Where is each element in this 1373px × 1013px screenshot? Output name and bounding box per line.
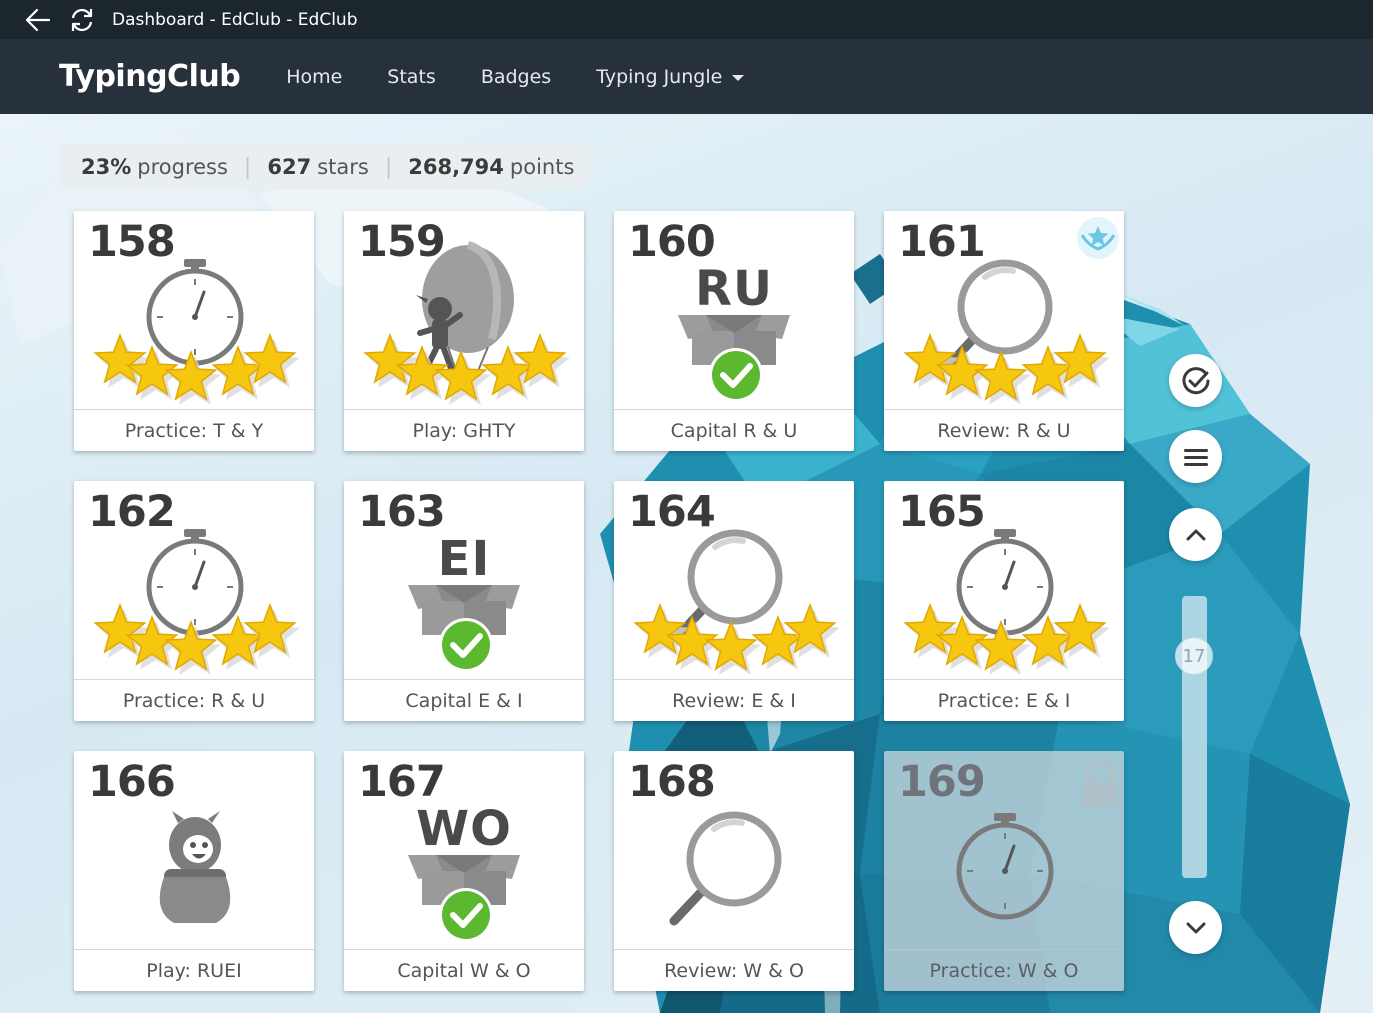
lock-icon [1083, 758, 1117, 807]
lesson-number: 159 [358, 217, 446, 267]
lesson-card-159[interactable]: 159 Play: GHTY [344, 211, 584, 451]
chevron-up-icon [1186, 529, 1205, 540]
progress-label: progress [137, 155, 228, 179]
lesson-card-163[interactable]: 163 EI Capital E & I [344, 481, 584, 721]
lesson-number: 168 [628, 757, 716, 807]
lesson-number: 167 [358, 757, 446, 807]
lesson-letters: EI [437, 531, 491, 587]
lesson-number: 158 [88, 217, 176, 267]
lesson-label: Practice: R & U [74, 679, 314, 721]
scroll-position-thumb[interactable]: 17 [1175, 637, 1213, 675]
nav-home-label: Home [286, 65, 343, 88]
brand-logo[interactable]: TypingClub [59, 59, 241, 94]
window-titlebar: Dashboard - EdClub - EdClub [0, 0, 1373, 39]
lesson-card-168[interactable]: 168 Review: W & O [614, 751, 854, 991]
check-complete-icon [439, 888, 493, 942]
lesson-label: Practice: W & O [884, 949, 1124, 991]
nav-typing-jungle-label: Typing Jungle [596, 65, 723, 88]
lesson-card-165[interactable]: 165 Practice: E & I [884, 481, 1124, 721]
scroll-down-button[interactable] [1169, 901, 1222, 954]
stopwatch-icon [956, 813, 1054, 920]
refresh-button[interactable] [66, 4, 98, 36]
stopwatch-icon [146, 529, 244, 636]
lesson-card-169[interactable]: 169 Practice: W & O [884, 751, 1124, 991]
lesson-card-158[interactable]: 158 Practice: T & Y [74, 211, 314, 451]
lesson-number: 165 [898, 487, 986, 537]
lesson-number: 169 [898, 757, 986, 807]
lesson-card-167[interactable]: 167 WO Capital W & O [344, 751, 584, 991]
lesson-number: 160 [628, 217, 716, 267]
character-pot-icon [159, 811, 231, 923]
lesson-card-160[interactable]: 160 RU Capital R & U [614, 211, 854, 451]
summary-divider: | [384, 154, 393, 180]
stars-label: stars [317, 155, 369, 179]
lesson-number: 166 [88, 757, 176, 807]
progress-value: 23% [81, 155, 132, 179]
lesson-label: Review: W & O [614, 949, 854, 991]
nav-stats[interactable]: Stats [387, 66, 436, 88]
lesson-label: Review: E & I [614, 679, 854, 721]
stopwatch-icon [146, 259, 244, 366]
check-complete-icon [709, 348, 763, 402]
lesson-label: Capital R & U [614, 409, 854, 451]
window-title: Dashboard - EdClub - EdClub [112, 9, 358, 30]
nav-typing-jungle-dropdown[interactable]: Typing Jungle [596, 65, 745, 88]
menu-button[interactable] [1169, 430, 1222, 483]
points-value: 268,794 [408, 155, 504, 179]
scroll-up-button[interactable] [1169, 508, 1222, 561]
lesson-card-166[interactable]: 166 Play: RUEI [74, 751, 314, 991]
lesson-number: 161 [898, 217, 986, 267]
lesson-card-162[interactable]: 162 Practice: R & U [74, 481, 314, 721]
top-navbar: TypingClub Home Stats Badges Typing Jung… [0, 39, 1373, 114]
star-badge-icon [1077, 217, 1119, 259]
lesson-label: Play: GHTY [344, 409, 584, 451]
back-button[interactable] [22, 4, 54, 36]
summary-divider: | [243, 154, 252, 180]
caret-down-icon [732, 75, 745, 81]
stopwatch-icon [956, 529, 1054, 636]
nav-badges-label: Badges [480, 65, 552, 88]
chevron-down-icon [1186, 922, 1205, 933]
lesson-label: Capital W & O [344, 949, 584, 991]
refresh-icon [71, 8, 93, 31]
progress-check-button[interactable] [1169, 354, 1222, 407]
lesson-letters: RU [695, 261, 773, 317]
lesson-card-164[interactable]: 164 Review: E & I [614, 481, 854, 721]
points-label: points [509, 155, 575, 179]
check-complete-icon [439, 618, 493, 672]
points-stat: 268,794 points [408, 155, 574, 179]
lesson-label: Practice: E & I [884, 679, 1124, 721]
lesson-label: Play: RUEI [74, 949, 314, 991]
progress-summary: 23% progress | 627 stars | 268,794 point… [59, 145, 589, 189]
back-arrow-icon [25, 8, 51, 31]
nav-badges[interactable]: Badges [481, 66, 551, 88]
stars-value: 627 [267, 155, 312, 179]
lesson-letters: WO [416, 801, 512, 857]
lesson-number: 162 [88, 487, 176, 537]
lesson-number: 163 [358, 487, 446, 537]
nav-home[interactable]: Home [286, 66, 342, 88]
nav-menu: Home Stats Badges Typing Jungle [286, 66, 789, 88]
magnifier-icon [669, 811, 782, 926]
lesson-label: Practice: T & Y [74, 409, 314, 451]
lesson-label: Capital E & I [344, 679, 584, 721]
menu-icon [1183, 448, 1208, 466]
lesson-card-161[interactable]: 161 Review: R & U [884, 211, 1124, 451]
lesson-label: Review: R & U [884, 409, 1124, 451]
nav-stats-label: Stats [387, 65, 436, 88]
stars-stat: 627 stars [267, 155, 368, 179]
progress-stat: 23% progress [81, 155, 228, 179]
check-badge-icon [1182, 366, 1209, 394]
lesson-number: 164 [628, 487, 716, 537]
